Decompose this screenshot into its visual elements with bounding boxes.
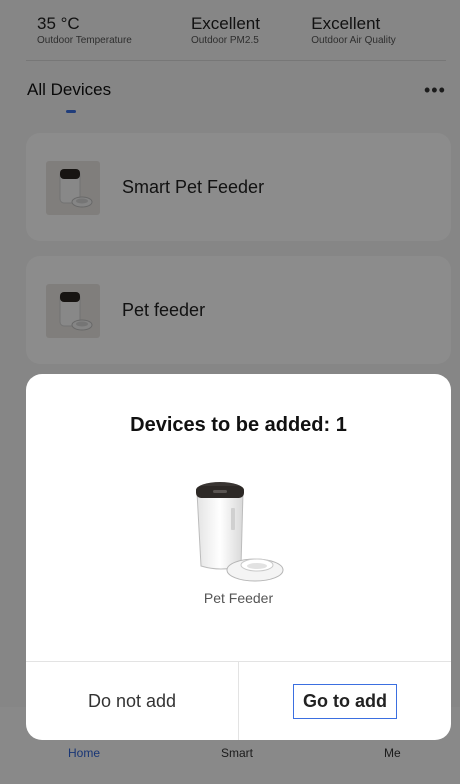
pet-feeder-icon <box>196 482 284 582</box>
do-not-add-button[interactable]: Do not add <box>26 662 238 740</box>
go-to-add-label: Go to add <box>293 683 397 719</box>
add-devices-dialog: Devices to be added: 1 Pet Feeder Do not… <box>26 374 451 740</box>
dialog-title: Devices to be added: 1 <box>130 414 347 436</box>
device-label: Pet Feeder <box>203 590 274 606</box>
go-to-add-button[interactable]: Go to add <box>239 662 451 740</box>
